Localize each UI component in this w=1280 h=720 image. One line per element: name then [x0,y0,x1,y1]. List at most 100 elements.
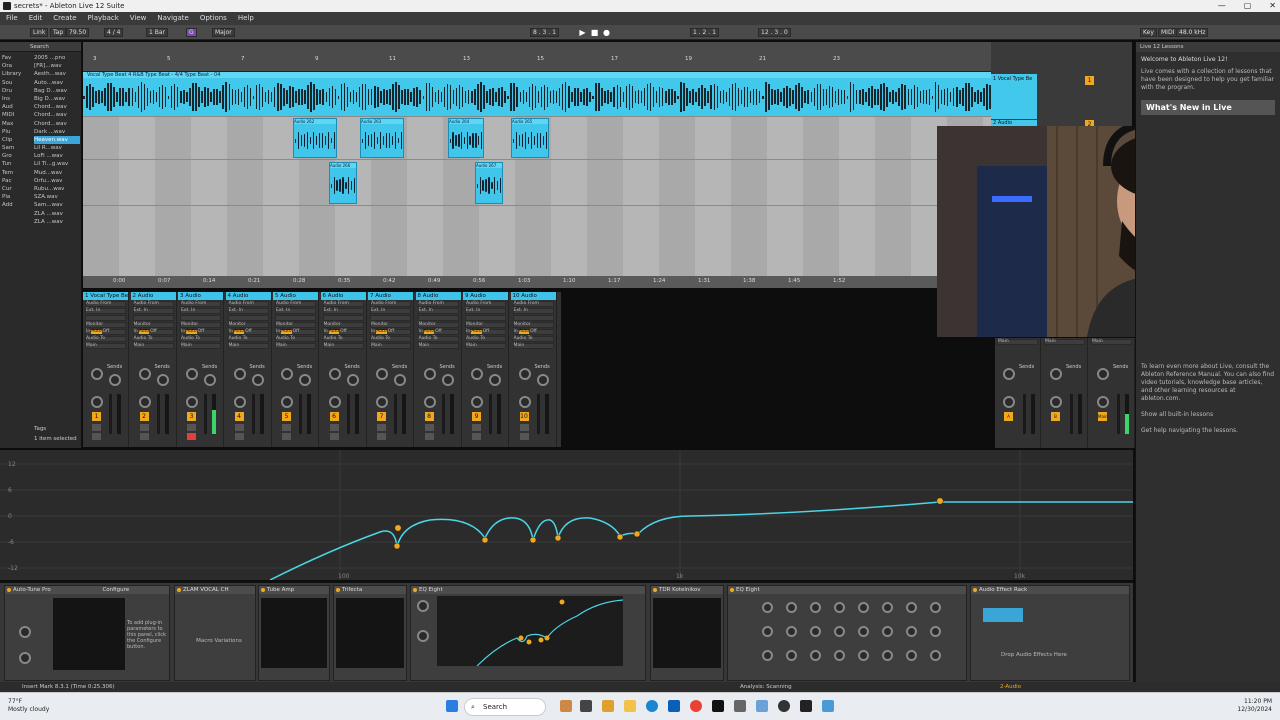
monitor-switch[interactable]: In Auto Off [465,329,506,335]
monitor-auto[interactable]: Auto [376,329,387,334]
volume-fader[interactable] [536,394,540,434]
input-type-chooser[interactable]: Ext. In [227,308,269,314]
monitor-in[interactable]: In [514,329,518,334]
monitor-auto[interactable]: Auto [471,329,482,334]
send-b-knob[interactable] [156,374,169,386]
time-signature-field[interactable]: 4 / 4 [104,28,124,37]
monitor-auto[interactable]: Auto [138,329,150,334]
track-name[interactable]: 6 Audio [320,292,366,300]
browser-file-item[interactable]: Chord...wav [34,111,80,119]
solo-button[interactable] [329,424,339,431]
track-activator[interactable]: 2 [139,412,149,421]
eq-display[interactable]: 12 6 0 -6 -12 100 1k 10k [0,450,1133,581]
eq-band-5-knob[interactable] [858,602,869,613]
key-field[interactable]: G [186,28,197,37]
solo-button[interactable] [377,424,386,431]
track-name[interactable]: 4 Audio [225,292,271,300]
device-trifecta[interactable]: Trifecta [333,585,407,681]
send-a-knob[interactable] [233,368,246,380]
input-channel-chooser[interactable] [465,315,506,321]
gain-knob[interactable] [417,630,429,642]
send-b-knob[interactable] [204,374,216,386]
monitor-switch[interactable]: In Auto Off [275,329,316,335]
browser-place-item[interactable]: Dru [2,87,30,95]
browser-file-item[interactable]: Lil R...wav [34,144,80,152]
navigate-help-link[interactable]: Get help navigating the lessons. [1136,423,1280,439]
link-button[interactable]: Link [30,28,49,37]
browser-place-item[interactable]: Tun [2,160,30,168]
input-channel-chooser[interactable] [512,315,554,321]
send-b-knob[interactable] [536,374,549,386]
output-chooser[interactable]: Main [322,343,364,349]
monitor-off[interactable]: Off [388,329,395,334]
audio-clip[interactable]: Audio 266 [329,162,357,204]
browser-place-item[interactable]: Pla [2,193,30,201]
eq-band-4-knob[interactable] [834,650,845,661]
browser-place-item[interactable]: Plu [2,128,30,136]
arm-button[interactable] [377,433,386,440]
track-activator[interactable]: 1 [92,412,101,421]
sidechain-gain-knob[interactable] [19,626,31,638]
volume-fader[interactable] [109,394,112,434]
track-activator[interactable]: 10 [519,412,529,421]
browser-file-item[interactable]: Heaven.wav [34,135,80,145]
eq-band-8-knob[interactable] [930,650,941,661]
solo-button[interactable] [424,424,434,431]
device-eq-eight-2[interactable]: EQ Eight [727,585,967,681]
monitor-in[interactable]: In [86,329,90,334]
arm-button[interactable] [329,433,339,440]
eq-band-6-handle[interactable] [616,533,624,541]
photos-icon[interactable] [756,700,768,712]
output-chooser[interactable]: Main [417,343,459,349]
eq-band-5-knob[interactable] [858,650,869,661]
settings-icon[interactable] [734,700,746,712]
browser-file-item[interactable]: Orfu...wav [34,177,80,185]
ableton-taskbar-icon[interactable] [712,700,724,712]
input-type-chooser[interactable]: Ext. In [322,308,364,314]
send-b-knob[interactable] [394,374,406,386]
arm-button[interactable] [282,433,291,440]
file-explorer-icon[interactable] [624,700,636,712]
pan-knob[interactable] [233,396,246,408]
track-activator[interactable]: 6 [329,412,339,421]
eq-band-5-handle[interactable] [554,534,562,542]
menu-edit[interactable]: Edit [29,12,43,25]
input-channel-chooser[interactable] [132,315,174,321]
volume-fader[interactable] [489,394,492,434]
track-activator[interactable]: 4 [234,412,244,421]
output-chooser[interactable]: Main [180,343,221,349]
browser-tags[interactable]: Tags [34,426,46,432]
monitor-auto[interactable]: Auto [423,329,435,334]
arm-button[interactable] [187,433,196,440]
send-a-knob[interactable] [518,368,531,380]
monitor-switch[interactable]: In Auto Off [370,329,411,335]
output-chooser[interactable]: Main [997,339,1038,345]
output-chooser[interactable]: Main [275,343,316,349]
browser-file-item[interactable]: ZLA ...wav [34,218,80,226]
output-chooser[interactable]: Main [85,343,126,349]
pan-knob[interactable] [91,396,103,408]
rack-chain-selector[interactable] [983,608,1023,622]
send-a-knob[interactable] [281,368,293,380]
send-knob[interactable] [1097,368,1109,380]
paint-app-icon[interactable] [560,700,572,712]
eq-band-8-knob[interactable] [930,602,941,613]
configure-button[interactable]: Configure [102,587,129,593]
device-on-icon[interactable] [7,588,11,592]
solo-button[interactable] [282,424,291,431]
eq-band-6-knob[interactable] [882,602,893,613]
eq-curve-graph[interactable]: 12 6 0 -6 -12 100 1k 10k [0,450,1133,581]
monitor-switch[interactable]: In Auto Off [227,329,269,335]
monitor-in[interactable]: In [466,329,470,334]
solo-button[interactable] [187,424,196,431]
input-channel-chooser[interactable] [370,315,411,321]
output-chooser[interactable]: Main [227,343,269,349]
monitor-in[interactable]: In [419,329,423,334]
audio-clip[interactable]: Audio 264 [448,118,484,158]
eq-band-2-handle[interactable] [393,542,401,550]
pan-knob[interactable] [1003,396,1015,408]
track-name[interactable]: 2 Audio [130,292,176,300]
browser-place-item[interactable]: Gro [2,152,30,160]
send-b-knob[interactable] [441,374,454,386]
store-icon[interactable] [668,700,680,712]
